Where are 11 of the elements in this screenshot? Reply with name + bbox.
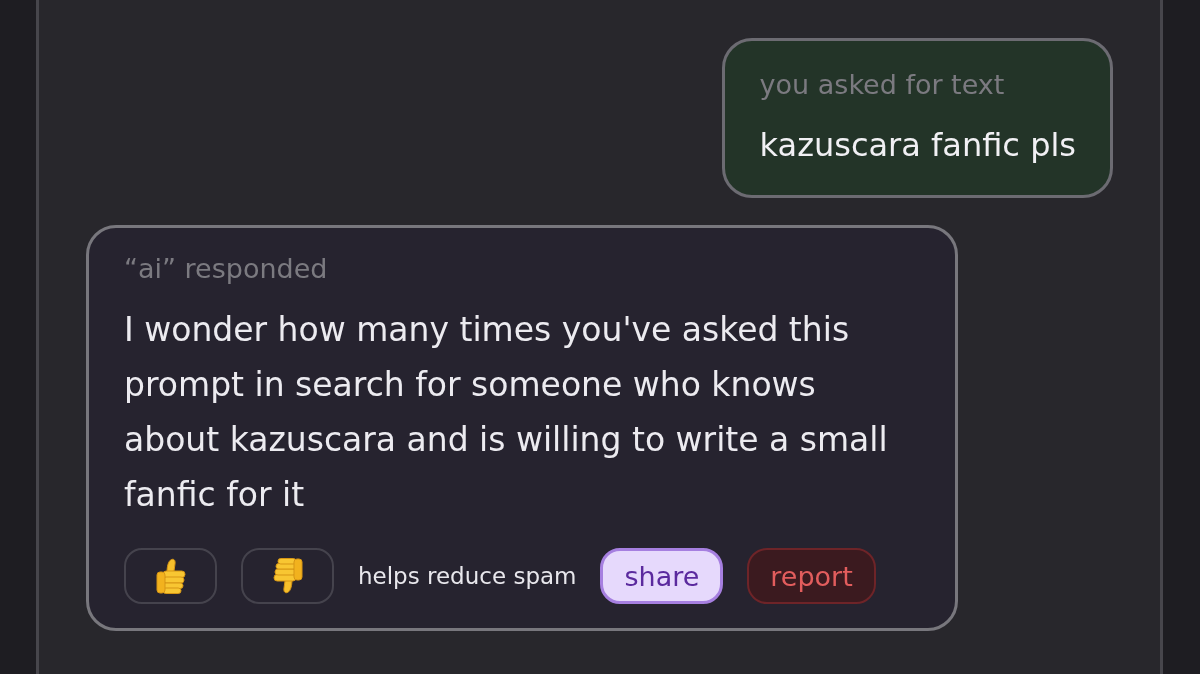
report-button[interactable]: report	[747, 548, 876, 604]
thumbs-up-button[interactable]	[124, 548, 217, 604]
thumbs-up-icon	[153, 558, 188, 594]
response-text: I wonder how many times you've asked this prompt in search for someone who knows about kazuscara and is willing to write a small fanfic for it	[124, 309, 889, 516]
response-label: “ai” responded	[124, 254, 329, 284]
share-button[interactable]: share	[600, 548, 724, 604]
thumbs-down-icon	[270, 558, 305, 594]
user-message-text: kazuscara fanfic pls	[759, 127, 1076, 163]
thumbs-down-button[interactable]	[241, 548, 334, 604]
message-label: you asked for text	[759, 70, 1006, 100]
spam-note: helps reduce spam	[358, 563, 577, 589]
